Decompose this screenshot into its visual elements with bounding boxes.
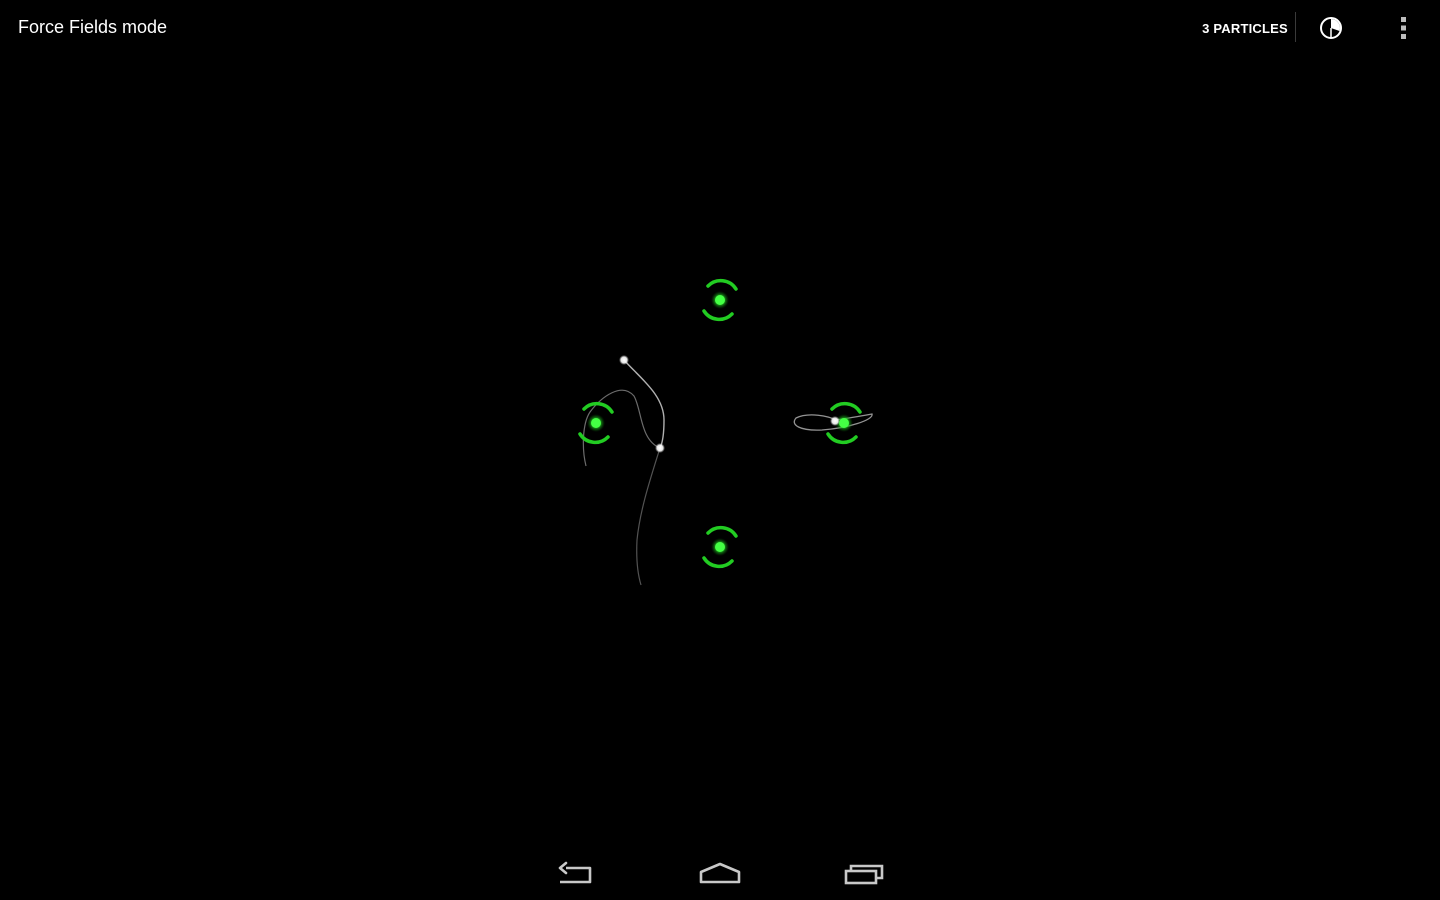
simulation-canvas[interactable] [0, 56, 1440, 836]
particle-trail [636, 447, 661, 586]
force-field[interactable] [702, 525, 738, 569]
recent-apps-button[interactable] [834, 854, 894, 894]
particle [619, 355, 629, 365]
pie-timer-icon [1320, 17, 1342, 39]
recent-apps-icon [844, 864, 884, 885]
particles-count-button[interactable]: 3 PARTICLES [1196, 8, 1294, 48]
navigation-bar [0, 848, 1440, 900]
action-bar: Force Fields mode 3 PARTICLES [0, 0, 1440, 56]
app-title: Force Fields mode [18, 17, 168, 37]
back-button[interactable] [546, 854, 606, 894]
home-icon [699, 862, 741, 884]
back-icon [558, 861, 592, 884]
particle [830, 416, 840, 426]
particle [655, 443, 665, 453]
home-button[interactable] [690, 854, 750, 894]
force-field[interactable] [702, 278, 738, 322]
force-field[interactable] [578, 401, 614, 445]
timer-button[interactable] [1308, 6, 1354, 50]
overflow-menu-icon [1401, 17, 1406, 39]
overflow-menu-button[interactable] [1384, 6, 1424, 50]
particle-trail [623, 359, 665, 449]
particles-count-label: 3 PARTICLES [1202, 20, 1288, 36]
action-bar-divider [1295, 12, 1296, 42]
